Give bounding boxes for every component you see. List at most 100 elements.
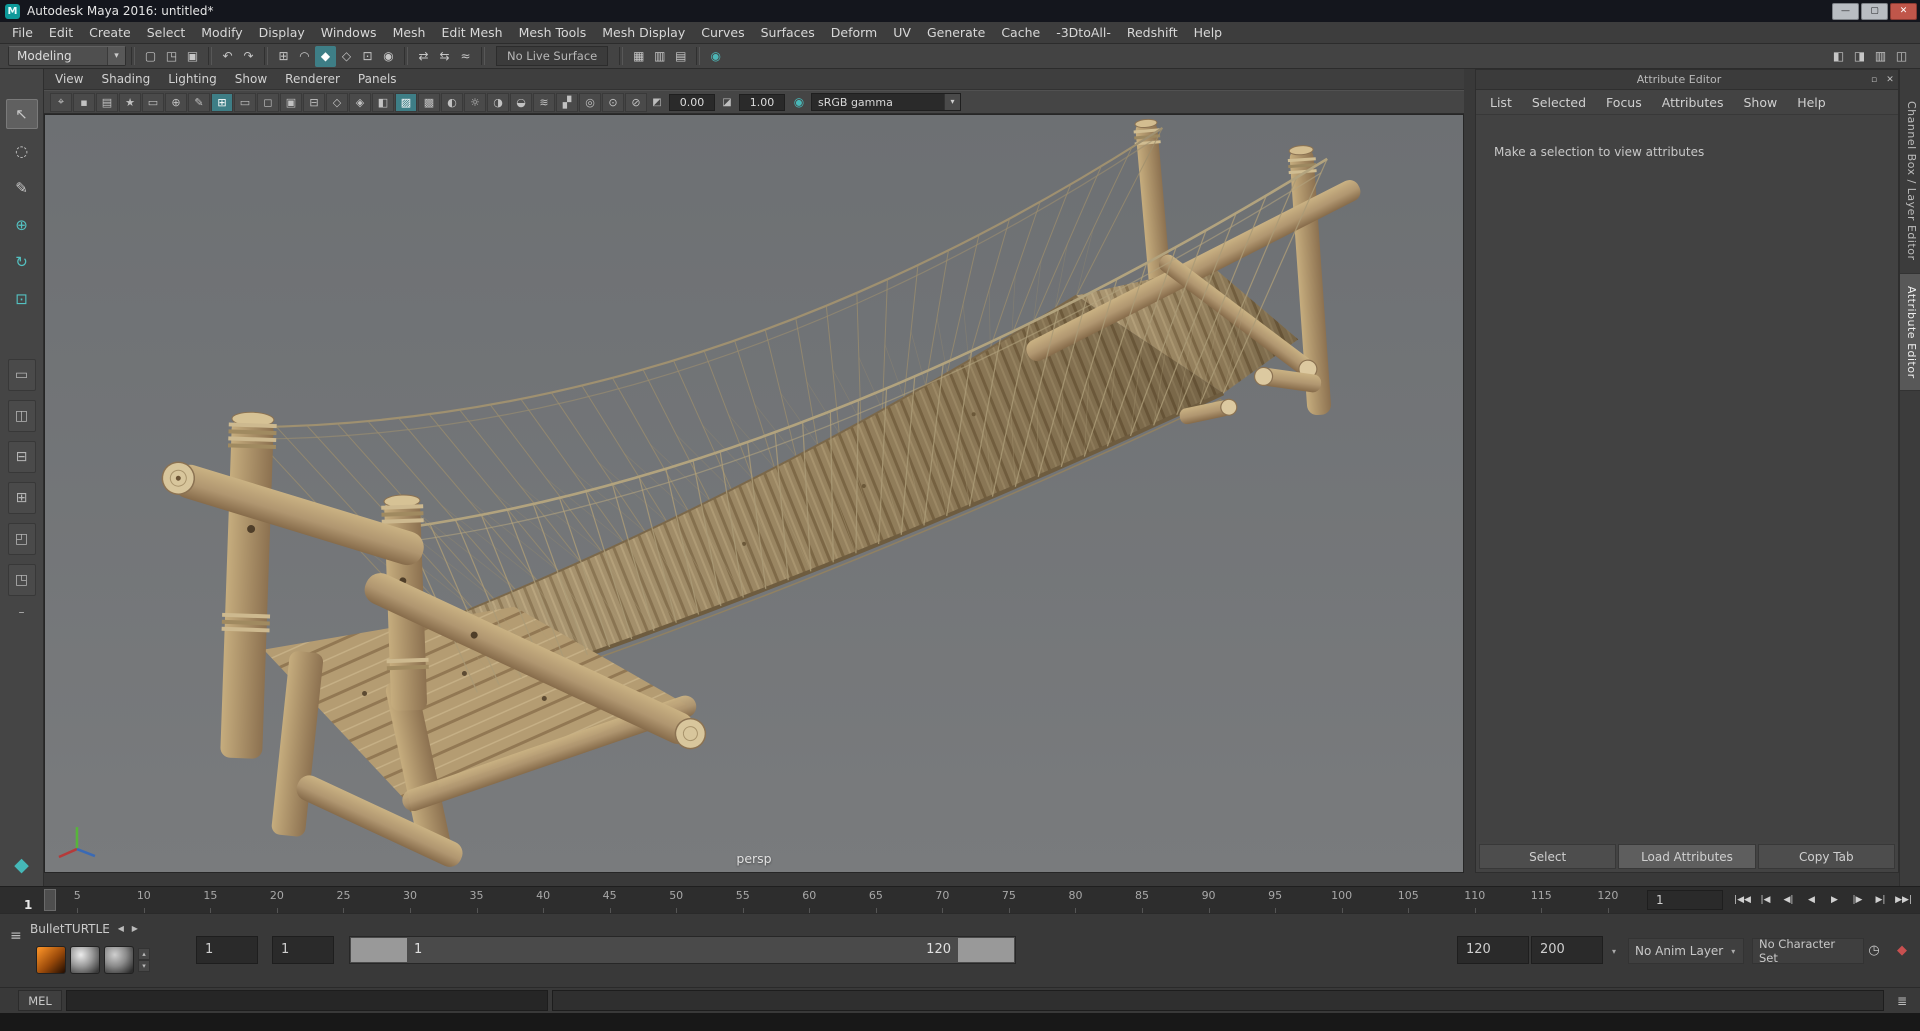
turtle-material-sphere-icon[interactable] (104, 946, 134, 974)
two-d-pan-zoom-icon[interactable]: ⊕ (165, 92, 187, 112)
lock-camera-icon[interactable]: ▪ (73, 92, 95, 112)
timeline-tick[interactable]: 70 (909, 887, 976, 913)
toggle-channel-box-icon[interactable]: ◫ (1891, 46, 1912, 67)
ae-menu-show[interactable]: Show (1733, 95, 1787, 110)
shelf-scroll-up-icon[interactable]: ▴ (138, 948, 150, 960)
layout-persp-graph-button[interactable]: ◳ (7, 564, 36, 596)
paint-select-tool[interactable]: ✎ (6, 173, 38, 203)
shelf-menu-icon[interactable]: ≡ (10, 928, 22, 944)
script-editor-icon[interactable]: ≣ (1890, 990, 1914, 1011)
command-line-mode-button[interactable]: MEL (18, 990, 62, 1011)
lasso-tool[interactable]: ◌ (6, 136, 38, 166)
timeline-tick[interactable]: 120 (1575, 887, 1642, 913)
anti-aliasing-icon[interactable]: ▞ (556, 92, 578, 112)
timeline-tick[interactable]: 110 (1441, 887, 1508, 913)
scale-tool[interactable]: ⊡ (6, 284, 38, 314)
maximize-button[interactable]: ▢ (1861, 2, 1888, 20)
turtle-render-icon[interactable] (36, 946, 66, 974)
ipr-render-icon[interactable]: ▥ (649, 46, 670, 67)
image-plane-icon[interactable]: ▭ (142, 92, 164, 112)
exposure-toggle-icon[interactable]: ◩ (649, 94, 665, 111)
playback-range-slider[interactable]: 1 120 (349, 936, 1016, 964)
layout-single-pane-button[interactable]: ▭ (7, 359, 36, 391)
anim-layer-dropdown[interactable]: No Anim Layer ▾ (1628, 938, 1744, 964)
timeline-tick[interactable]: 65 (843, 887, 910, 913)
menu-surfaces[interactable]: Surfaces (753, 22, 823, 43)
timeline-tick[interactable]: 80 (1042, 887, 1109, 913)
step-forward-key-button[interactable]: |▶ (1847, 890, 1868, 911)
snap-to-projected-center-icon[interactable]: ◇ (336, 46, 357, 67)
colorspace-dropdown[interactable]: sRGB gamma ▾ (811, 93, 961, 111)
timeline-tick[interactable]: 60 (776, 887, 843, 913)
step-back-key-button[interactable]: ◀| (1778, 890, 1799, 911)
wireframe-on-shaded-icon[interactable]: ▩ (418, 92, 440, 112)
rotate-tool[interactable]: ↻ (6, 247, 38, 277)
playback-end-field[interactable]: 120 (1457, 936, 1529, 964)
auto-keyframe-icon[interactable]: ◆ (1892, 938, 1912, 962)
undo-icon[interactable]: ↶ (217, 46, 238, 67)
timeline-tick[interactable]: 45 (576, 887, 643, 913)
timeline-tick[interactable]: 55 (709, 887, 776, 913)
layout-persp-outliner-button[interactable]: ◫ (7, 400, 36, 432)
color-management-icon[interactable]: ◉ (790, 95, 808, 109)
shelf-tab-bullet[interactable]: Bullet (30, 922, 65, 936)
timeline-tick[interactable]: 90 (1175, 887, 1242, 913)
shelf-scroll-down-icon[interactable]: ▾ (138, 960, 150, 972)
animation-end-field[interactable]: 200 (1531, 936, 1603, 964)
play-backwards-button[interactable]: ◀ (1801, 890, 1822, 911)
menu-edit[interactable]: Edit (41, 22, 81, 43)
snap-to-point-icon[interactable]: ◆ (315, 45, 336, 67)
timeline-tick[interactable]: 10 (111, 887, 178, 913)
exposure-field[interactable]: 0.00 (669, 93, 715, 111)
snap-to-grid-icon[interactable]: ⊞ (273, 46, 294, 67)
chevron-down-icon[interactable]: ▾ (1605, 938, 1623, 964)
toggle-attribute-editor-icon[interactable]: ◨ (1849, 46, 1870, 67)
depth-of-field-icon[interactable]: ◎ (579, 92, 601, 112)
snap-to-curve-icon[interactable]: ◠ (294, 46, 315, 67)
menu-3dtoall[interactable]: -3DtoAll- (1048, 22, 1119, 43)
panel-menu-panels[interactable]: Panels (349, 69, 406, 89)
ae-menu-help[interactable]: Help (1787, 95, 1836, 110)
close-icon[interactable]: ✕ (1882, 75, 1898, 85)
current-frame-field[interactable]: 1 (1647, 890, 1723, 910)
ae-menu-list[interactable]: List (1480, 95, 1522, 110)
menu-deform[interactable]: Deform (823, 22, 885, 43)
timeline-tick[interactable]: 100 (1308, 887, 1375, 913)
shadows-icon[interactable]: ◑ (487, 92, 509, 112)
tab-channel-box-layer-editor[interactable]: Channel Box / Layer Editor (1900, 89, 1920, 274)
safe-action-icon[interactable]: ◇ (326, 92, 348, 112)
render-settings-icon[interactable]: ▤ (670, 46, 691, 67)
load-attributes-button[interactable]: Load Attributes (1618, 844, 1756, 869)
save-scene-icon[interactable]: ▣ (182, 46, 203, 67)
screen-space-ao-icon[interactable]: ◒ (510, 92, 532, 112)
more-layouts-button[interactable]: – (8, 605, 36, 619)
shelf-prev-button[interactable]: ◀ (114, 918, 128, 940)
ae-menu-focus[interactable]: Focus (1596, 95, 1652, 110)
playback-start-field[interactable]: 1 (272, 936, 334, 964)
attribute-editor-header[interactable]: Attribute Editor ▫ ✕ (1476, 70, 1898, 90)
menu-display[interactable]: Display (251, 22, 313, 43)
input-connections-icon[interactable]: ⇄ (413, 46, 434, 67)
time-slider[interactable]: 5 10 15 20 25 30 35 40 45 50 55 60 65 70 75 80 85 90 95 100… (0, 886, 1920, 913)
layout-three-split-button[interactable]: ◰ (7, 523, 36, 555)
use-all-lights-icon[interactable]: ☼ (464, 92, 486, 112)
timeline-tick[interactable]: 25 (310, 887, 377, 913)
grease-pencil-icon[interactable]: ✎ (188, 92, 210, 112)
character-set-dropdown[interactable]: No Character Set (1752, 937, 1864, 965)
paint-effects-icon[interactable]: ◉ (705, 46, 726, 67)
timeline-tick[interactable]: 15 (177, 887, 244, 913)
menu-redshift[interactable]: Redshift (1119, 22, 1186, 43)
panel-menu-show[interactable]: Show (226, 69, 276, 89)
x-ray-icon[interactable]: ⊘ (625, 92, 647, 112)
range-start-handle[interactable] (351, 938, 407, 962)
fill-mode-icon[interactable]: ◧ (372, 92, 394, 112)
toggle-tool-settings-icon[interactable]: ▥ (1870, 46, 1891, 67)
select-tool[interactable]: ↖ (5, 99, 38, 129)
new-scene-icon[interactable]: ▢ (140, 46, 161, 67)
playhead[interactable] (44, 889, 56, 911)
safe-title-icon[interactable]: ◈ (349, 92, 371, 112)
go-to-start-button[interactable]: |◀◀ (1732, 890, 1753, 911)
output-connections-icon[interactable]: ⇆ (434, 46, 455, 67)
menu-uv[interactable]: UV (885, 22, 919, 43)
viewport-3d[interactable]: persp (44, 114, 1464, 873)
